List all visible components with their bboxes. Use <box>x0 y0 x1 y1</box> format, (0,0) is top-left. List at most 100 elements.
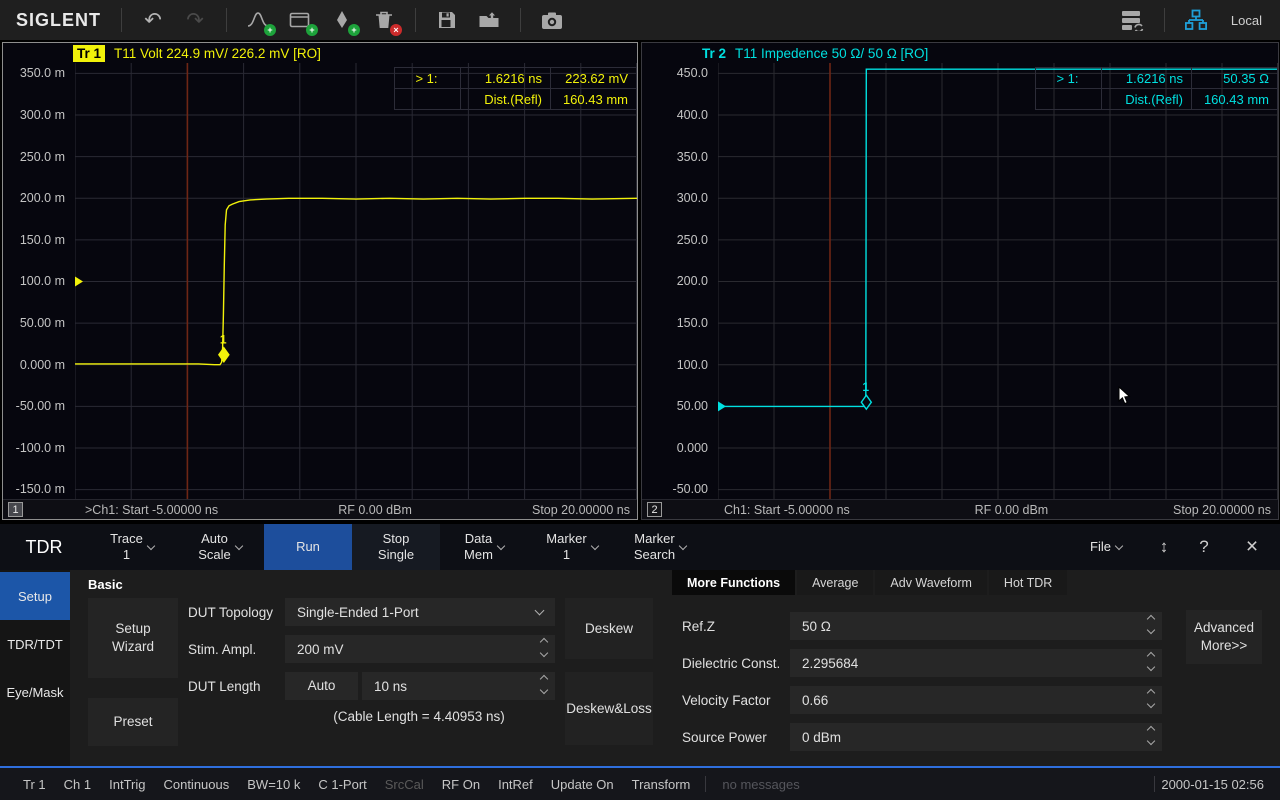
y-axis-labels: 450.0 400.0 350.0 300.0 250.0 200.0 150.… <box>642 63 717 500</box>
window-2-badge[interactable]: 2 <box>647 502 662 517</box>
delete-trace-icon[interactable]: × <box>366 3 402 37</box>
deskew-loss-button[interactable]: Deskew&Loss <box>565 672 653 745</box>
section-title: Basic <box>88 577 123 592</box>
help-icon[interactable]: ? <box>1184 524 1224 570</box>
redo-icon[interactable]: ↷ <box>177 3 213 37</box>
svg-text:1: 1 <box>862 380 869 394</box>
toolbar-divider <box>1164 8 1165 32</box>
chart-header: Tr 2 T11 Impedence 50 Ω/ 50 Ω [RO] <box>642 43 1278 63</box>
status-transform: Transform <box>623 777 700 792</box>
menu-auto-scale[interactable]: Auto Scale <box>176 524 264 570</box>
sidebar-item-tdr-tdt[interactable]: TDR/TDT <box>0 620 70 668</box>
add-trace-icon[interactable]: + <box>240 3 276 37</box>
dut-length-label: DUT Length <box>188 672 261 700</box>
dut-length-auto-button[interactable]: Auto <box>285 672 358 700</box>
tab-average[interactable]: Average <box>797 570 873 595</box>
velocity-factor-input[interactable]: 0.66 <box>790 686 1162 714</box>
waveform-window-1: Tr 1 T11 Volt 224.9 mV/ 226.2 mV [RO] 35… <box>2 42 638 520</box>
dielectric-const-label: Dielectric Const. <box>682 649 780 677</box>
menu-marker-search[interactable]: Marker Search <box>616 524 704 570</box>
undo-icon[interactable]: ↶ <box>135 3 171 37</box>
menu-marker[interactable]: Marker 1 <box>528 524 616 570</box>
waveform-window-2: Tr 2 T11 Impedence 50 Ω/ 50 Ω [RO] 450.0… <box>641 42 1279 520</box>
network-icon[interactable] <box>1178 3 1214 37</box>
status-bandwidth: BW=10 k <box>238 777 309 792</box>
close-icon[interactable]: × <box>1224 524 1280 570</box>
settings-sidebar: Setup TDR/TDT Eye/Mask <box>0 570 70 766</box>
tdr-menubar: TDR Trace 1 Auto Scale Run Stop Single D… <box>0 524 1280 570</box>
status-update: Update On <box>542 777 623 792</box>
stepper-icons[interactable] <box>541 676 547 693</box>
status-ref: IntRef <box>489 777 542 792</box>
waveform-plot-1[interactable]: 1 <box>75 63 637 500</box>
resize-panel-icon[interactable]: ↕ <box>1144 524 1184 570</box>
stepper-icons[interactable] <box>541 639 547 656</box>
waveform-plot-2[interactable]: 1 <box>718 63 1278 500</box>
cable-length-note: (Cable Length = 4.40953 ns) <box>283 709 555 724</box>
dut-topology-label: DUT Topology <box>188 598 273 626</box>
chevron-down-icon <box>590 541 598 549</box>
y-axis-labels: 350.0 m 300.0 m 250.0 m 200.0 m 150.0 m … <box>3 63 74 500</box>
connection-status-label: Local <box>1231 13 1262 28</box>
chart-footer: 1 >Ch1: Start -5.00000 ns RF 0.00 dBm St… <box>3 499 637 519</box>
window-1-badge[interactable]: 1 <box>8 502 23 517</box>
preset-button[interactable]: Preset <box>88 698 178 746</box>
menu-data-mem[interactable]: Data Mem <box>440 524 528 570</box>
chevron-down-icon <box>497 541 505 549</box>
dielectric-const-input[interactable]: 2.295684 <box>790 649 1162 677</box>
stepper-icons[interactable] <box>1148 653 1154 670</box>
open-icon[interactable] <box>471 3 507 37</box>
chevron-down-icon <box>1115 541 1123 549</box>
toolbar-divider <box>520 8 521 32</box>
menu-run[interactable]: Run <box>264 524 352 570</box>
sidebar-item-setup[interactable]: Setup <box>0 572 70 620</box>
marker-readout-2: > 1: 1.6216 ns 50.35 Ω Dist.(Refl) 160.4… <box>1035 67 1278 110</box>
menu-file[interactable]: File <box>1068 524 1144 570</box>
chevron-down-icon <box>535 606 545 616</box>
dut-topology-select[interactable]: Single-Ended 1-Port <box>285 598 555 626</box>
velocity-factor-label: Velocity Factor <box>682 686 771 714</box>
menu-stop-single[interactable]: Stop Single <box>352 524 440 570</box>
brand-logo: SIGLENT <box>16 10 101 31</box>
stepper-icons[interactable] <box>1148 727 1154 744</box>
status-bar: Tr 1 Ch 1 IntTrig Continuous BW=10 k C 1… <box>0 766 1280 800</box>
add-marker-icon[interactable]: + <box>324 3 360 37</box>
sweep-stop-label: Stop 20.00000 ns <box>1173 503 1271 517</box>
function-tabs: More Functions Average Adv Waveform Hot … <box>672 570 1067 595</box>
device-manager-icon[interactable] <box>1115 3 1151 37</box>
dut-length-input[interactable]: 10 ns <box>362 672 555 700</box>
tab-hot-tdr[interactable]: Hot TDR <box>989 570 1067 595</box>
status-srccal: SrcCal <box>376 777 433 792</box>
stepper-icons[interactable] <box>1148 616 1154 633</box>
trace-2-chip[interactable]: Tr 2 <box>702 46 726 61</box>
sidebar-item-eye-mask[interactable]: Eye/Mask <box>0 668 70 716</box>
add-window-icon[interactable]: + <box>282 3 318 37</box>
sweep-start-label: >Ch1: Start -5.00000 ns <box>85 503 218 517</box>
ref-z-input[interactable]: 50 Ω <box>790 612 1162 640</box>
advanced-more-button[interactable]: Advanced More>> <box>1186 610 1262 664</box>
deskew-button[interactable]: Deskew <box>565 598 653 659</box>
sweep-stop-label: Stop 20.00000 ns <box>532 503 630 517</box>
rf-power-label: RF 0.00 dBm <box>338 503 412 517</box>
source-power-input[interactable]: 0 dBm <box>790 723 1162 751</box>
toolbar-divider <box>415 8 416 32</box>
tab-adv-waveform[interactable]: Adv Waveform <box>875 570 987 595</box>
top-toolbar: SIGLENT ↶ ↷ + + + × Local <box>0 0 1280 40</box>
screenshot-icon[interactable] <box>534 3 570 37</box>
stim-ampl-input[interactable]: 200 mV <box>285 635 555 663</box>
sweep-start-label: Ch1: Start -5.00000 ns <box>724 503 850 517</box>
svg-text:1: 1 <box>220 333 227 347</box>
trace-1-chip[interactable]: Tr 1 <box>73 45 105 62</box>
marker-readout-1: > 1: 1.6216 ns 223.62 mV Dist.(Refl) 160… <box>394 67 637 110</box>
chevron-down-icon <box>147 541 155 549</box>
chart-footer: 2 Ch1: Start -5.00000 ns RF 0.00 dBm Sto… <box>642 499 1278 519</box>
setup-wizard-button[interactable]: Setup Wizard <box>88 598 178 678</box>
trace-2-description: T11 Impedence 50 Ω/ 50 Ω [RO] <box>735 46 928 61</box>
menu-trace[interactable]: Trace 1 <box>88 524 176 570</box>
status-cal: C 1-Port <box>309 777 375 792</box>
stepper-icons[interactable] <box>1148 690 1154 707</box>
tab-more-functions[interactable]: More Functions <box>672 570 795 595</box>
save-icon[interactable] <box>429 3 465 37</box>
toolbar-right: Local <box>1112 3 1270 37</box>
app-title: TDR <box>0 524 88 570</box>
